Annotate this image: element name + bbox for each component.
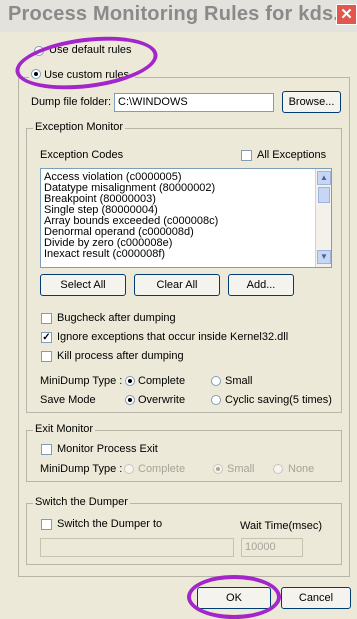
minidump-type-label: MiniDump Type : bbox=[40, 375, 123, 387]
dump-folder-input[interactable]: C:\WINDOWS bbox=[114, 93, 274, 112]
use-default-rules-label: Use default rules bbox=[49, 44, 132, 56]
exception-codes-list[interactable]: Access violation (c0000005) Datatype mis… bbox=[40, 168, 332, 268]
bugcheck-checkbox[interactable] bbox=[41, 313, 52, 324]
close-button[interactable]: ✕ bbox=[336, 4, 357, 25]
add-button[interactable]: Add... bbox=[228, 274, 294, 296]
close-icon: ✕ bbox=[340, 6, 353, 23]
browse-button[interactable]: Browse... bbox=[282, 91, 341, 113]
exit-small-label: Small bbox=[227, 463, 255, 475]
exit-monitor-title: Exit Monitor bbox=[33, 423, 96, 435]
switch-dumper-checkbox[interactable] bbox=[41, 519, 52, 530]
list-item[interactable]: Inexact result (c000008f) bbox=[41, 249, 315, 260]
scroll-up-icon[interactable]: ▲ bbox=[317, 171, 331, 185]
select-all-button[interactable]: Select All bbox=[40, 274, 126, 296]
save-overwrite-radio[interactable] bbox=[125, 395, 135, 405]
ignore-kernel32-checkbox[interactable]: ✓ bbox=[41, 332, 52, 343]
save-cyclic-radio[interactable] bbox=[211, 395, 221, 405]
minidump-small-radio[interactable] bbox=[211, 376, 221, 386]
dump-folder-label: Dump file folder: bbox=[31, 96, 112, 108]
exit-minidump-label: MiniDump Type : bbox=[40, 463, 123, 475]
dumper-path-input[interactable] bbox=[40, 538, 234, 557]
wait-time-input[interactable]: 10000 bbox=[241, 538, 303, 557]
window-title: Process Monitoring Rules for kds... bbox=[8, 3, 351, 25]
kill-process-checkbox[interactable] bbox=[41, 351, 52, 362]
monitor-exit-label: Monitor Process Exit bbox=[57, 443, 158, 455]
clear-all-button[interactable]: Clear All bbox=[134, 274, 220, 296]
all-exceptions-checkbox[interactable] bbox=[241, 150, 252, 161]
exception-codes-label: Exception Codes bbox=[40, 149, 124, 161]
minidump-small-label: Small bbox=[225, 375, 253, 387]
bugcheck-label: Bugcheck after dumping bbox=[57, 312, 176, 324]
all-exceptions-label: All Exceptions bbox=[257, 149, 327, 161]
use-custom-rules-radio[interactable] bbox=[31, 69, 41, 79]
ok-button[interactable]: OK bbox=[197, 587, 271, 609]
exit-complete-radio[interactable] bbox=[124, 464, 134, 474]
minidump-complete-label: Complete bbox=[138, 375, 186, 387]
exit-none-radio[interactable] bbox=[273, 464, 283, 474]
scroll-thumb[interactable] bbox=[318, 187, 330, 203]
monitor-exit-checkbox[interactable] bbox=[41, 444, 52, 455]
scroll-down-icon[interactable]: ▼ bbox=[317, 250, 331, 264]
custom-rules-option[interactable]: Use custom rules bbox=[29, 69, 136, 81]
use-custom-rules-label: Use custom rules bbox=[44, 69, 130, 81]
ignore-kernel32-label: Ignore exceptions that occur inside Kern… bbox=[57, 331, 289, 343]
switch-dumper-label: Switch the Dumper to bbox=[57, 518, 163, 530]
minidump-complete-radio[interactable] bbox=[125, 376, 135, 386]
exception-monitor-title: Exception Monitor bbox=[33, 121, 126, 133]
cancel-button[interactable]: Cancel bbox=[281, 587, 351, 609]
list-scrollbar[interactable]: ▲ ▼ bbox=[315, 169, 331, 267]
switch-dumper-title: Switch the Dumper bbox=[33, 496, 130, 508]
exit-complete-label: Complete bbox=[138, 463, 186, 475]
save-mode-label: Save Mode bbox=[40, 394, 96, 406]
wait-time-label: Wait Time(msec) bbox=[240, 520, 323, 532]
exit-none-label: None bbox=[288, 463, 315, 475]
save-cyclic-label: Cyclic saving(5 times) bbox=[225, 394, 332, 406]
exit-small-radio[interactable] bbox=[213, 464, 223, 474]
kill-process-label: Kill process after dumping bbox=[57, 350, 184, 362]
save-overwrite-label: Overwrite bbox=[138, 394, 186, 406]
use-default-rules-radio[interactable] bbox=[34, 46, 44, 56]
